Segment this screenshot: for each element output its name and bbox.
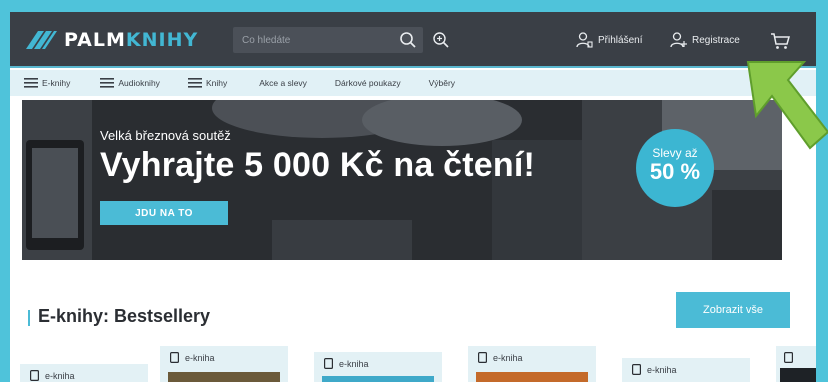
annotation-arrow-icon [746, 61, 828, 150]
device-icon [478, 352, 487, 363]
category-label: E-knihy [42, 78, 71, 88]
search-box [233, 27, 423, 53]
login-link[interactable]: Přihlášení [576, 29, 642, 51]
device-icon [30, 370, 39, 381]
badge-line1: Slevy až [652, 146, 698, 160]
section-title: E-knihy: Bestsellery [38, 306, 211, 326]
category-sales[interactable]: Akce a slevy [249, 70, 317, 96]
browser-page: PALMKNIHY Přihlášení [10, 12, 816, 382]
menu-icon [24, 78, 38, 88]
product-type-label: e-kniha [339, 358, 369, 369]
device-icon [632, 364, 641, 375]
book-cover-image[interactable] [476, 372, 588, 382]
category-audiobooks[interactable]: Audioknihy [90, 70, 170, 96]
product-card[interactable]: e-kniha [160, 346, 288, 382]
section-accent-bar [28, 310, 30, 326]
category-gift-vouchers[interactable]: Dárkové poukazy [325, 70, 411, 96]
show-all-button[interactable]: Zobrazit vše [676, 292, 790, 328]
device-icon [324, 358, 333, 369]
user-add-icon [670, 32, 687, 48]
product-type-label: e-kniha [185, 352, 215, 363]
category-label: Knihy [205, 78, 228, 88]
product-card-partial[interactable] [776, 346, 816, 382]
product-type-label: e-kniha [493, 352, 523, 363]
category-ebooks[interactable]: E-knihy [14, 70, 80, 96]
search-input[interactable] [233, 27, 393, 53]
device-icon [784, 352, 793, 363]
category-books[interactable]: Knihy [178, 70, 237, 96]
logo-mark-icon [26, 31, 57, 49]
hero-cta-button[interactable]: JDU NA TO [100, 201, 228, 225]
category-selections[interactable]: Výběry [419, 70, 465, 96]
category-label: Akce a slevy [259, 78, 307, 88]
product-type-tag: e-kniha [170, 352, 215, 363]
product-type-tag: e-kniha [478, 352, 523, 363]
product-type-label: e-kniha [647, 364, 677, 375]
book-cover-image[interactable] [168, 372, 280, 382]
search-icon[interactable] [399, 31, 417, 49]
product-type-tag: e-kniha [324, 358, 369, 369]
palmknihy-logo[interactable]: PALM KNIHY [24, 28, 198, 52]
device-icon [170, 352, 179, 363]
hero-headline: Vyhrajte 5 000 Kč na čtení! [100, 146, 535, 184]
category-label: Dárkové poukazy [334, 78, 401, 88]
book-cover-image[interactable] [322, 376, 434, 382]
category-label: Audioknihy [118, 78, 160, 88]
menu-icon [187, 78, 202, 88]
category-bar: E-knihy Audioknihy Knihy Akce a slevy Dá… [10, 70, 816, 96]
product-card[interactable]: e-kniha [314, 352, 442, 382]
badge-line2: 50 % [649, 159, 701, 184]
product-type-tag: e-kniha [30, 370, 75, 381]
login-label: Přihlášení [598, 34, 643, 46]
hero-banner[interactable]: Velká březnová soutěž Vyhrajte 5 000 Kč … [22, 100, 782, 260]
zoom-in-icon[interactable] [432, 31, 450, 49]
product-card[interactable]: e-kniha [20, 364, 148, 382]
product-card[interactable]: e-kniha [622, 358, 750, 382]
top-bar: PALMKNIHY Přihlášení [10, 12, 816, 68]
logo-text-palm: PALM [64, 29, 126, 51]
product-card[interactable]: e-kniha [468, 346, 596, 382]
discount-badge: Slevy až 50 % [636, 129, 714, 207]
product-type-tag: e-kniha [632, 364, 677, 375]
user-icon [576, 32, 593, 48]
book-cover-image[interactable] [780, 368, 816, 382]
product-type-label: e-kniha [45, 370, 75, 381]
menu-icon [100, 78, 115, 88]
category-label: Výběry [428, 78, 456, 88]
logo-text-knihy: KNIHY [125, 29, 199, 51]
hero-kicker: Velká březnová soutěž [100, 128, 231, 143]
